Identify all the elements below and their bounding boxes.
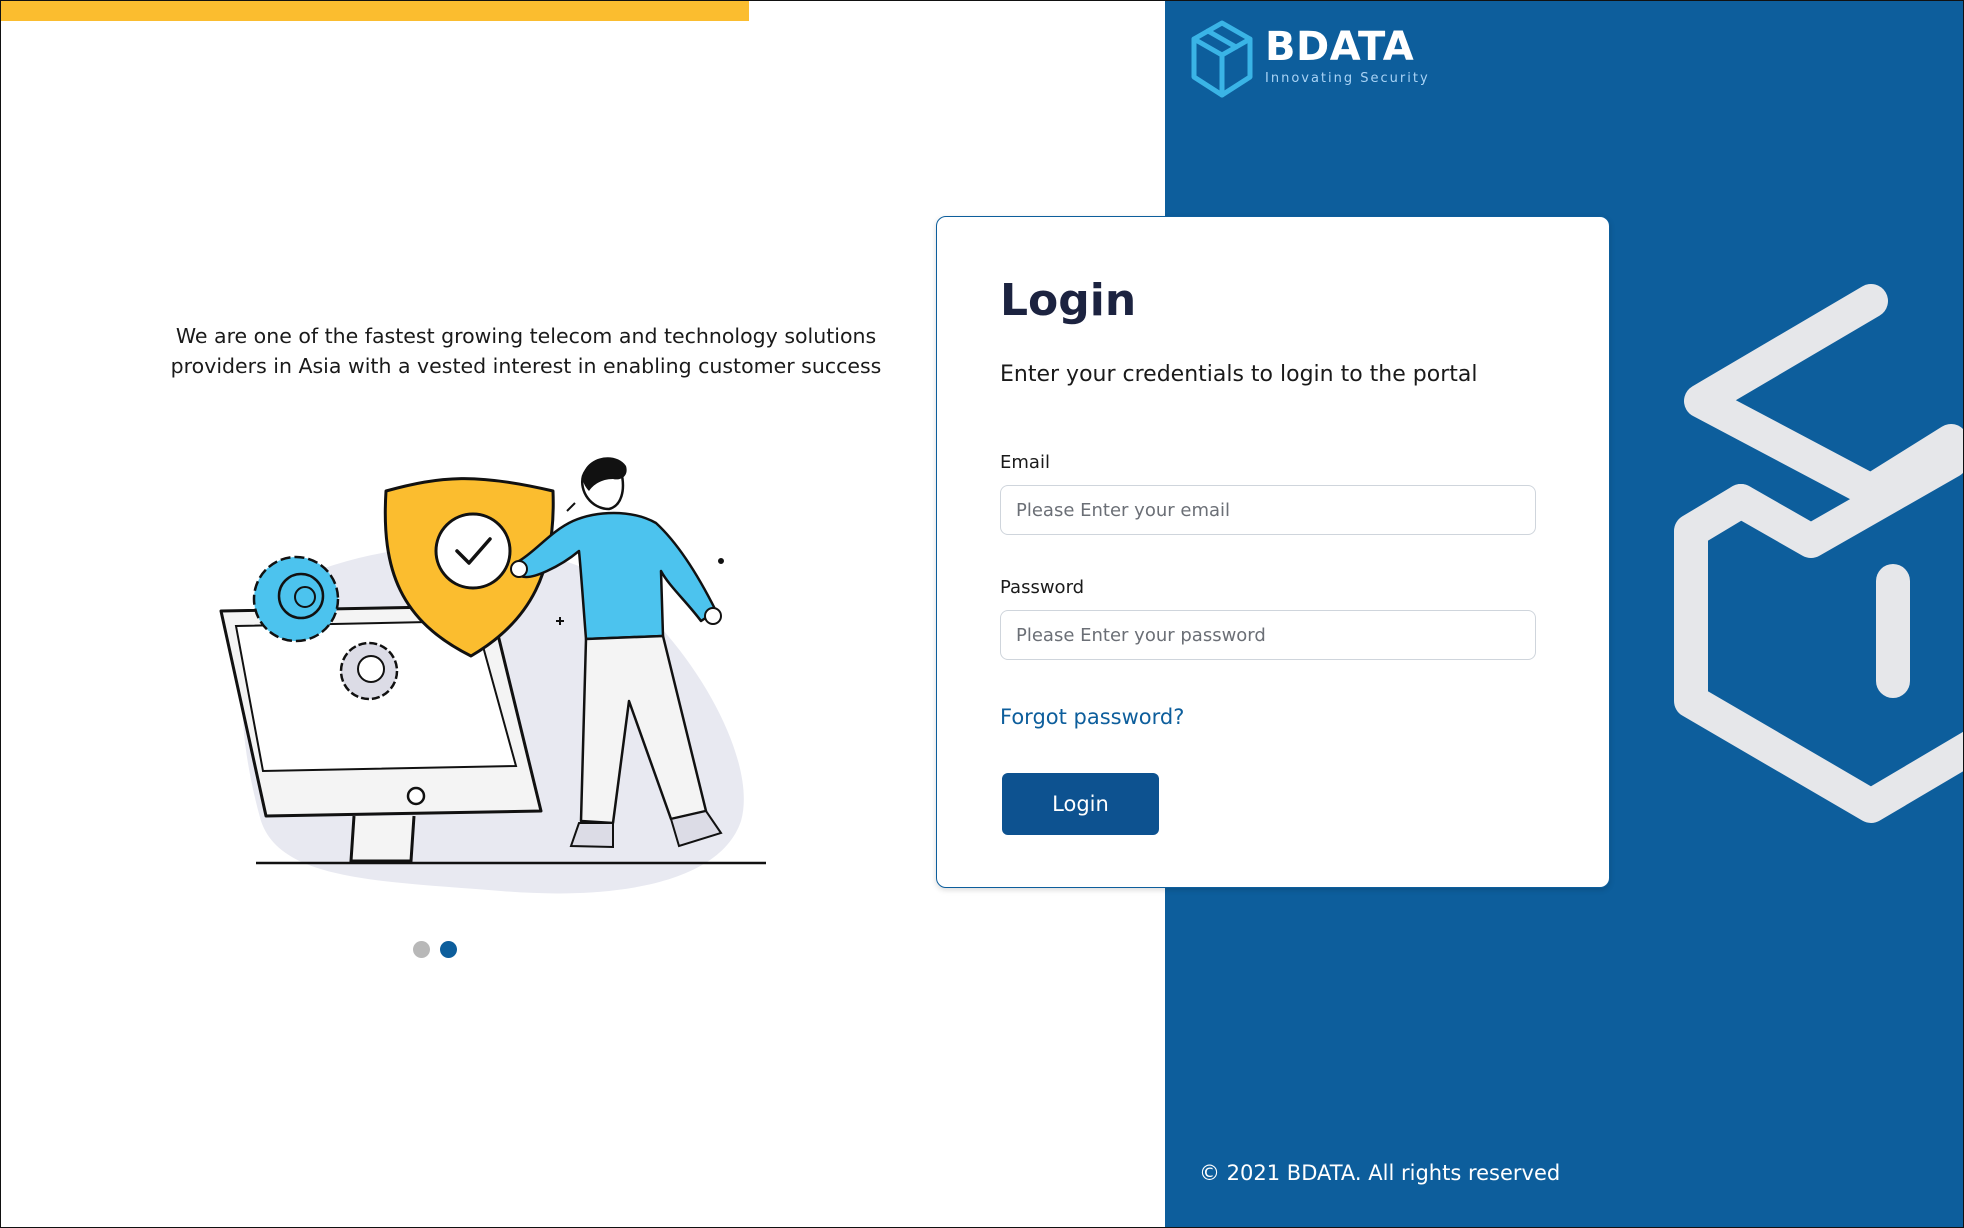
intro-line-2: providers in Asia with a vested interest… <box>170 354 882 378</box>
brand-tagline: Innovating Security <box>1265 71 1430 86</box>
login-title: Login <box>1000 275 1137 326</box>
login-subtitle: Enter your credentials to login to the p… <box>1000 362 1478 387</box>
forgot-password-link[interactable]: Forgot password? <box>1000 705 1184 729</box>
brand-logo: BDATA Innovating Security <box>1189 19 1430 99</box>
login-button[interactable]: Login <box>1002 773 1159 835</box>
login-card: Login Enter your credentials to login to… <box>936 216 1610 888</box>
email-label: Email <box>1000 452 1050 473</box>
intro-text: We are one of the fastest growing teleco… <box>161 321 891 381</box>
email-field[interactable] <box>1000 485 1536 535</box>
cube-watermark-icon <box>1674 284 1963 823</box>
top-accent-bar <box>1 1 749 21</box>
brand-name: BDATA <box>1265 24 1415 70</box>
cube-logo-icon <box>1191 20 1253 98</box>
password-field[interactable] <box>1000 610 1536 660</box>
carousel-dot-2[interactable] <box>440 941 457 958</box>
carousel-dot-1[interactable] <box>413 941 430 958</box>
copyright-footer: © 2021 BDATA. All rights reserved <box>1199 1161 1561 1185</box>
gear-small-icon <box>339 641 399 701</box>
login-page: BDATA Innovating Security We are one of … <box>0 0 1964 1228</box>
carousel-dots <box>413 941 467 958</box>
gear-large-icon <box>252 555 340 643</box>
password-label: Password <box>1000 577 1085 598</box>
security-illustration <box>219 457 766 894</box>
intro-line-1: We are one of the fastest growing teleco… <box>175 324 877 348</box>
